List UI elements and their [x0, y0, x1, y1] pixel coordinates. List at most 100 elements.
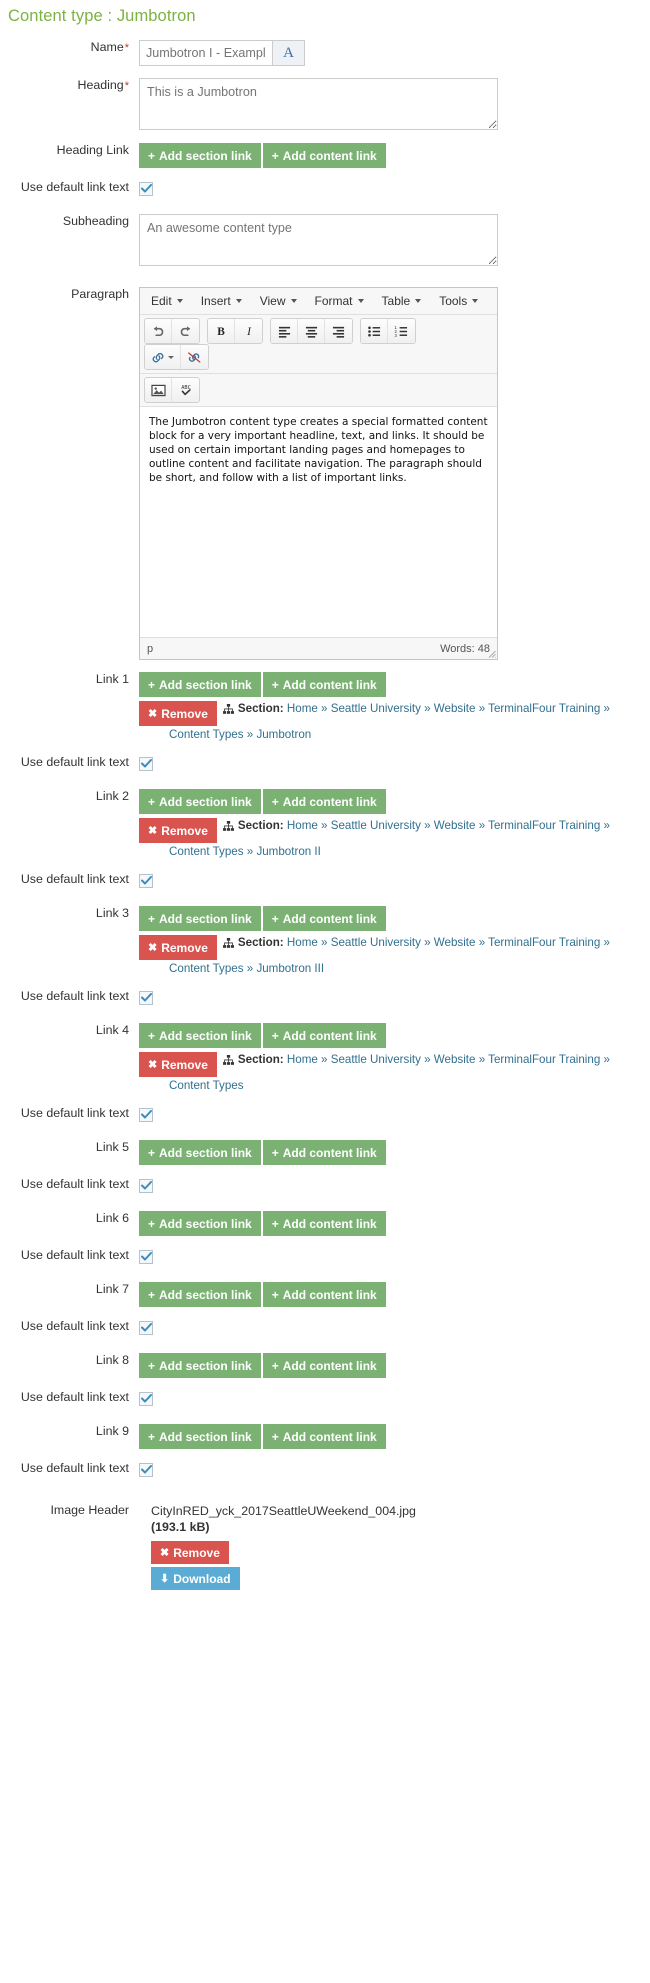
- link-4-section-path: ✖ Remove Section: Home » Seattle Universit…: [139, 1051, 650, 1094]
- insert-image-icon[interactable]: [145, 378, 172, 402]
- add-section-link-button[interactable]: + Add section link: [139, 1140, 261, 1165]
- add-section-link-button[interactable]: + Add section link: [139, 1023, 261, 1048]
- italic-icon[interactable]: I: [235, 319, 262, 343]
- svg-text:I: I: [246, 326, 252, 338]
- menu-tools[interactable]: Tools: [430, 290, 487, 313]
- editor-word-count: Words: 48: [440, 642, 490, 655]
- add-section-link-button[interactable]: + Add section link: [139, 672, 261, 697]
- link-8-buttons: + Add section link + Add content link: [139, 1353, 650, 1378]
- language-toggle-button[interactable]: A: [273, 40, 305, 66]
- menu-insert[interactable]: Insert: [192, 290, 251, 313]
- plus-icon: +: [148, 1028, 156, 1043]
- plus-icon: +: [271, 1358, 279, 1373]
- required-marker: *: [124, 42, 129, 54]
- add-content-link-button[interactable]: + Add content link: [262, 1282, 386, 1307]
- redo-icon[interactable]: [172, 319, 199, 343]
- add-section-link-button[interactable]: + Add section link: [139, 1211, 261, 1236]
- label-heading: Heading*: [77, 78, 129, 92]
- add-section-link-button[interactable]: + Add section link: [139, 906, 261, 931]
- remove-link-button[interactable]: ✖ Remove: [139, 935, 217, 960]
- bold-icon[interactable]: B: [208, 319, 235, 343]
- plus-icon: +: [271, 148, 279, 163]
- label-paragraph: Paragraph: [71, 287, 129, 301]
- link-9-default-text-checkbox[interactable]: [139, 1462, 153, 1477]
- align-right-icon[interactable]: [325, 319, 352, 343]
- page-title: Content type : Jumbotron: [8, 7, 196, 25]
- label-link-3: Link 3: [95, 906, 129, 920]
- chevron-down-icon: [415, 299, 422, 303]
- link-2-selection: ✖ Remove Section: Home » Seattle Universit…: [139, 817, 650, 860]
- image-actions: ✖ Remove ⬇ Download: [151, 1541, 650, 1590]
- undo-icon[interactable]: [145, 319, 172, 343]
- add-content-link-button[interactable]: + Add content link: [262, 906, 386, 931]
- add-content-link-button[interactable]: + Add content link: [262, 672, 386, 697]
- editor-content-area[interactable]: The Jumbotron content type creates a spe…: [140, 407, 497, 637]
- align-left-icon[interactable]: [271, 319, 298, 343]
- label-link-9: Link 9: [95, 1424, 129, 1438]
- add-content-link-button[interactable]: + Add content link: [262, 1023, 386, 1048]
- remove-image-button[interactable]: ✖ Remove: [151, 1541, 229, 1564]
- link-6-default-text-checkbox[interactable]: [139, 1249, 153, 1264]
- editor-statusbar: p Words: 48: [140, 637, 497, 659]
- link-3-default-text-checkbox[interactable]: [139, 990, 153, 1005]
- subheading-textarea[interactable]: [139, 214, 498, 266]
- use-default-link-text-checkbox[interactable]: [139, 181, 153, 196]
- plus-icon: +: [271, 1145, 279, 1160]
- menu-format[interactable]: Format: [306, 290, 373, 313]
- chevron-down-icon: [235, 299, 242, 303]
- spellcheck-icon[interactable]: ABC: [172, 378, 199, 402]
- label-link-1: Link 1: [95, 672, 129, 686]
- chevron-down-icon: [176, 299, 183, 303]
- align-center-icon[interactable]: [298, 319, 325, 343]
- add-section-link-button[interactable]: + Add section link: [139, 1282, 261, 1307]
- rich-text-editor: Edit Insert View Format Table Tools B I …: [139, 287, 498, 660]
- remove-link-button[interactable]: ✖ Remove: [139, 818, 217, 843]
- plus-icon: +: [271, 677, 279, 692]
- link-3-selection: ✖ Remove Section: Home » Seattle Universit…: [139, 934, 650, 977]
- remove-link-button[interactable]: ✖ Remove: [139, 1052, 217, 1077]
- field-row-heading: Heading*: [0, 78, 650, 135]
- add-content-link-button[interactable]: + Add content link: [262, 1353, 386, 1378]
- field-row-link-3-default-text: Use default link text: [0, 989, 650, 1007]
- links-section: Link 1 + Add section link + Add content link…: [0, 672, 650, 1495]
- label-image-header: Image Header: [50, 1503, 129, 1517]
- insert-link-icon[interactable]: [145, 345, 181, 369]
- link-7-default-text-checkbox[interactable]: [139, 1320, 153, 1335]
- add-content-link-button[interactable]: + Add content link: [262, 143, 386, 168]
- add-section-link-button[interactable]: + Add section link: [139, 789, 261, 814]
- add-content-link-button[interactable]: + Add content link: [262, 789, 386, 814]
- check-icon: [140, 993, 152, 1002]
- menu-view[interactable]: View: [251, 290, 306, 313]
- close-icon: ✖: [160, 1547, 170, 1559]
- link-1-default-text-checkbox[interactable]: [139, 756, 153, 771]
- field-row-link-2-default-text: Use default link text: [0, 872, 650, 890]
- link-4-default-text-checkbox[interactable]: [139, 1107, 153, 1122]
- menu-edit[interactable]: Edit: [142, 290, 192, 313]
- add-section-link-button[interactable]: + Add section link: [139, 143, 261, 168]
- link-5-default-text-checkbox[interactable]: [139, 1178, 153, 1193]
- section-label: Section:: [237, 819, 284, 832]
- name-input[interactable]: [139, 40, 273, 66]
- link-8-default-text-checkbox[interactable]: [139, 1391, 153, 1406]
- add-content-link-button[interactable]: + Add content link: [262, 1211, 386, 1236]
- chevron-down-icon: [290, 299, 297, 303]
- add-content-link-button[interactable]: + Add content link: [262, 1424, 386, 1449]
- numbered-list-icon[interactable]: 123: [388, 319, 415, 343]
- sitemap-icon: [222, 821, 234, 831]
- menu-table[interactable]: Table: [373, 290, 431, 313]
- unlink-icon[interactable]: [181, 345, 208, 369]
- resize-handle-icon[interactable]: [487, 649, 496, 658]
- download-image-button[interactable]: ⬇ Download: [151, 1567, 240, 1590]
- label-link-6: Link 6: [95, 1211, 129, 1225]
- chevron-down-icon: [168, 355, 174, 359]
- remove-link-button[interactable]: ✖ Remove: [139, 701, 217, 726]
- link-2-default-text-checkbox[interactable]: [139, 873, 153, 888]
- add-section-link-button[interactable]: + Add section link: [139, 1424, 261, 1449]
- add-section-link-button[interactable]: + Add section link: [139, 1353, 261, 1378]
- sitemap-icon: [222, 704, 234, 714]
- link-4-selection: ✖ Remove Section: Home » Seattle Universit…: [139, 1051, 650, 1094]
- add-content-link-button[interactable]: + Add content link: [262, 1140, 386, 1165]
- bullet-list-icon[interactable]: [361, 319, 388, 343]
- label-use-default-link-text: Use default link text: [20, 1248, 129, 1262]
- heading-textarea[interactable]: [139, 78, 498, 130]
